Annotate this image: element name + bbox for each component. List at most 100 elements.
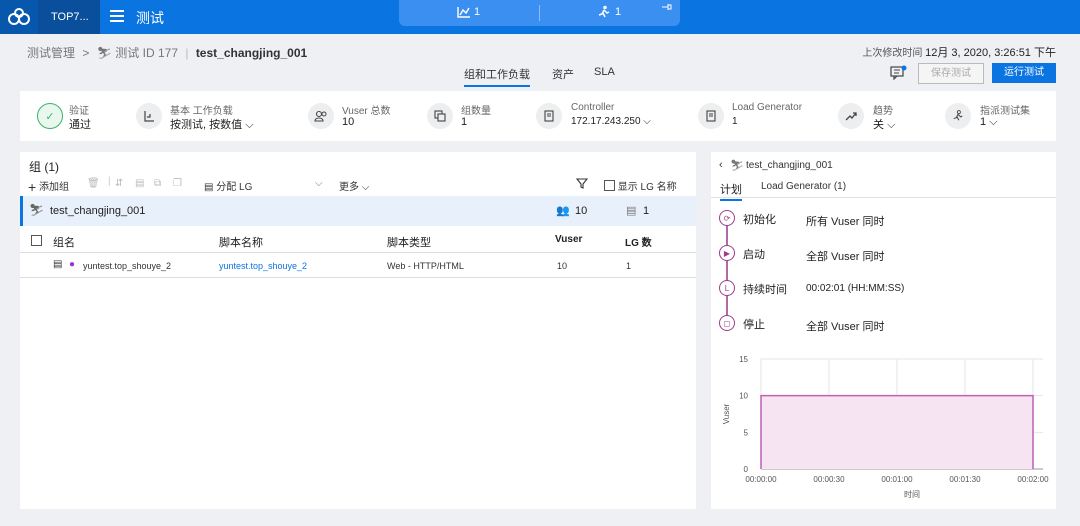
- users-icon: 👥: [556, 205, 570, 217]
- add-group-button[interactable]: + 添加组: [28, 178, 69, 195]
- summary-strip: ✓ 验证 通过 基本 工作负载 按测试, 按数值 ⌵ Vuser 总数 10 组…: [20, 91, 1056, 141]
- tab-groups-workload[interactable]: 组和工作负载: [464, 66, 530, 87]
- step-duration-value[interactable]: 00:02:01 (HH:MM:SS): [806, 283, 904, 294]
- row-script-link[interactable]: yuntest.top_shouye_2: [219, 261, 307, 271]
- top-bar: TOP7... 测试 1 1: [0, 0, 1080, 34]
- assign-testset-dropdown[interactable]: 1 ⌵: [980, 116, 998, 129]
- load-generator-icon: [698, 103, 724, 129]
- filter-icon[interactable]: [575, 178, 589, 192]
- row-group-name: yuntest.top_shouye_2: [83, 261, 172, 271]
- col-group-name[interactable]: 组名: [53, 234, 75, 250]
- step-initialize-value[interactable]: 所有 Vuser 同时: [806, 213, 884, 229]
- runner-icon: ⛷: [96, 46, 112, 60]
- project-selector[interactable]: TOP7...: [38, 0, 100, 34]
- group-name: test_changjing_001: [50, 205, 146, 217]
- step-stop-value[interactable]: 全部 Vuser 同时: [806, 318, 884, 334]
- breadcrumb-test-id: 测试 ID 177: [115, 46, 178, 60]
- vuser-value: 10: [342, 116, 355, 128]
- status-dot: ●: [69, 259, 76, 270]
- last-modified: 上次修改时间 12月 3, 2020, 3:26:51 下午: [862, 47, 1056, 59]
- tab-sla[interactable]: SLA: [594, 66, 615, 81]
- select-all-checkbox[interactable]: [31, 235, 42, 248]
- edit-icon[interactable]: ▤: [135, 178, 144, 189]
- tab-schedule[interactable]: 计划: [720, 181, 742, 201]
- chevron-down-icon[interactable]: ⌵: [315, 178, 323, 189]
- chevron-down-icon: ⌵: [887, 119, 896, 131]
- users-icon: [308, 103, 334, 129]
- row-lg-count: 1: [626, 261, 632, 271]
- initialize-icon: ⟳: [719, 210, 735, 226]
- back-icon[interactable]: ‹: [719, 159, 723, 171]
- move-icon[interactable]: ⇵: [115, 178, 123, 189]
- group-count-value: 1: [461, 116, 468, 128]
- step-start-label: 启动: [743, 249, 765, 261]
- save-test-button[interactable]: 保存测试: [918, 63, 984, 84]
- pill-left-count: 1: [474, 6, 481, 18]
- pin-icon[interactable]: [661, 3, 673, 11]
- chevron-down-icon: ⌵: [361, 182, 370, 193]
- row-script-type: Web - HTTP/HTML: [387, 261, 464, 271]
- y-tick-label: 5: [744, 428, 749, 437]
- x-tick-label: 00:01:00: [881, 475, 913, 484]
- delete-icon[interactable]: 🗑: [87, 178, 100, 189]
- breadcrumb: 测试管理 > ⛷ 测试 ID 177 | test_changjing_001: [27, 46, 308, 60]
- x-tick-label: 00:02:00: [1017, 475, 1049, 484]
- assign-testset-label: 指派测试集: [980, 106, 1030, 117]
- group-row[interactable]: ⛷ test_changjing_001 👥 10 ▤ 1: [20, 196, 696, 226]
- app-logo[interactable]: [0, 0, 38, 34]
- play-icon: ▶: [719, 245, 735, 261]
- show-lg-names-toggle[interactable]: 显示 LG 名称: [604, 178, 677, 193]
- x-tick-label: 00:01:30: [949, 475, 981, 484]
- run-test-button[interactable]: 运行测试: [992, 63, 1056, 83]
- trend-dropdown[interactable]: 关 ⌵: [873, 116, 895, 132]
- groups-panel: 组 (1) + 添加组 🗑 | ⇵ ▤ ⧉ ❐ ▤ 分配 LG ⌵ 更多 ⌵ 显…: [20, 152, 696, 509]
- col-vuser[interactable]: Vuser: [555, 234, 582, 245]
- copy-icon[interactable]: ❐: [173, 178, 182, 189]
- controller-icon: [536, 103, 562, 129]
- more-menu[interactable]: 更多 ⌵: [339, 178, 369, 193]
- trend-icon: [838, 103, 864, 129]
- chevron-down-icon: ⌵: [643, 116, 651, 127]
- clock-icon: L: [719, 280, 735, 296]
- runner-icon: [945, 103, 971, 129]
- runner-icon: ⛷: [29, 203, 45, 217]
- y-tick-label: 15: [739, 355, 748, 364]
- workload-icon: [136, 103, 162, 129]
- step-initialize-label: 初始化: [743, 214, 776, 226]
- chevron-down-icon: ⌵: [989, 116, 998, 128]
- trend-label: 趋势: [873, 106, 893, 117]
- y-tick-label: 0: [744, 465, 749, 474]
- group-lg-count: 1: [643, 205, 650, 217]
- controller-label: Controller: [571, 102, 615, 113]
- y-tick-label: 10: [739, 392, 748, 401]
- col-script-name[interactable]: 脚本名称: [219, 234, 263, 250]
- tab-load-generator[interactable]: Load Generator (1): [761, 181, 846, 192]
- col-lg-count[interactable]: LG 数: [625, 234, 652, 249]
- lg-value: 1: [732, 116, 738, 127]
- comment-icon[interactable]: [890, 65, 908, 80]
- assign-lg-button[interactable]: ▤ 分配 LG: [204, 178, 252, 193]
- document-icon: ▤: [204, 182, 214, 193]
- load-generator-icon: ▤: [626, 205, 637, 217]
- validate-value[interactable]: 通过: [69, 116, 91, 132]
- step-start-value[interactable]: 全部 Vuser 同时: [806, 248, 884, 264]
- tab-assets[interactable]: 资产: [552, 66, 574, 85]
- col-script-type[interactable]: 脚本类型: [387, 234, 431, 250]
- x-tick-label: 00:00:30: [813, 475, 845, 484]
- check-icon: ✓: [37, 103, 63, 129]
- x-tick-label: 00:00:00: [745, 475, 777, 484]
- vuser-schedule-chart: 0 5 10 15 00:00:00 00:00:30 00:01:00 00:01:30 00…: [722, 355, 1049, 499]
- run-status-pill[interactable]: 1 1: [399, 0, 680, 26]
- schedule-group-title: test_changjing_001: [746, 160, 833, 171]
- stop-icon: ◻: [719, 315, 735, 331]
- schedule-panel: ‹ ⛷ test_changjing_001 计划 Load Generator…: [711, 152, 1056, 509]
- menu-icon[interactable]: [110, 10, 124, 24]
- workload-dropdown[interactable]: 按测试, 按数值 ⌵: [170, 116, 254, 132]
- logo-icon: [8, 8, 30, 25]
- runner-icon: ⛷: [730, 160, 744, 172]
- duplicate-icon[interactable]: ⧉: [154, 178, 161, 189]
- breadcrumb-root[interactable]: 测试管理: [27, 46, 75, 60]
- group-vuser-count: 10: [575, 205, 588, 217]
- controller-dropdown[interactable]: 172.17.243.250 ⌵: [571, 116, 651, 127]
- checkbox[interactable]: [604, 180, 615, 191]
